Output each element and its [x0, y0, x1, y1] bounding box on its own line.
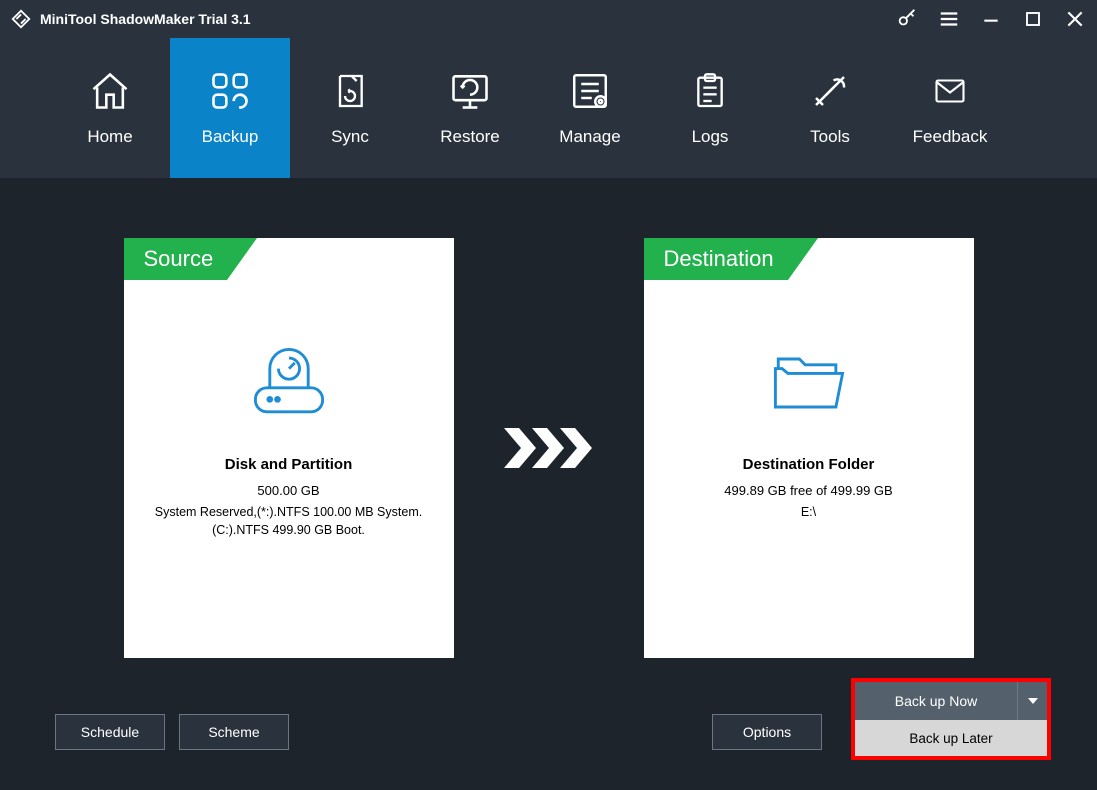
logs-icon: [690, 69, 730, 113]
nav-sync[interactable]: Sync: [290, 38, 410, 178]
backup-icon: [208, 69, 252, 113]
nav-label: Tools: [810, 127, 850, 147]
nav-feedback[interactable]: Feedback: [890, 38, 1010, 178]
destination-title: Destination Folder: [743, 456, 875, 473]
feedback-icon: [928, 69, 972, 113]
options-button[interactable]: Options: [712, 714, 822, 750]
source-card[interactable]: Source Disk and Partition 500.00 GB Syst…: [124, 238, 454, 658]
destination-card[interactable]: Destination Destination Folder 499.89 GB…: [644, 238, 974, 658]
home-icon: [88, 69, 132, 113]
scheme-label: Scheme: [208, 724, 259, 740]
nav-home[interactable]: Home: [50, 38, 170, 178]
backup-now-label: Back up Now: [895, 693, 977, 709]
backup-later-label: Back up Later: [909, 731, 992, 746]
nav-label: Backup: [202, 127, 259, 147]
nav-label: Restore: [440, 127, 500, 147]
menu-icon[interactable]: [937, 7, 961, 31]
options-label: Options: [743, 724, 791, 740]
arrow-separator: [504, 238, 594, 658]
nav-tools[interactable]: Tools: [770, 38, 890, 178]
nav-restore[interactable]: Restore: [410, 38, 530, 178]
nav-label: Sync: [331, 127, 369, 147]
source-title: Disk and Partition: [225, 456, 353, 473]
main-nav: Home Backup Sync Restore: [0, 38, 1097, 178]
destination-header-text: Destination: [664, 246, 774, 272]
titlebar: MiniTool ShadowMaker Trial 3.1: [0, 0, 1097, 38]
destination-path: E:\: [783, 504, 834, 522]
minimize-icon[interactable]: [979, 7, 1003, 31]
manage-icon: [569, 69, 611, 113]
caret-down-icon: [1028, 698, 1038, 704]
nav-label: Home: [87, 127, 132, 147]
nav-backup[interactable]: Backup: [170, 38, 290, 178]
scheme-button[interactable]: Scheme: [179, 714, 289, 750]
folder-icon: [761, 328, 857, 438]
nav-label: Feedback: [913, 127, 988, 147]
nav-label: Manage: [559, 127, 620, 147]
key-icon[interactable]: [895, 7, 919, 31]
schedule-button[interactable]: Schedule: [55, 714, 165, 750]
app-logo-icon: [10, 8, 32, 30]
source-size: 500.00 GB: [257, 483, 319, 498]
destination-free: 499.89 GB free of 499.99 GB: [724, 483, 892, 498]
backup-later-option[interactable]: Back up Later: [855, 720, 1047, 756]
backup-dropdown-toggle[interactable]: [1017, 682, 1047, 720]
nav-label: Logs: [692, 127, 729, 147]
schedule-label: Schedule: [81, 724, 139, 740]
destination-header: Destination: [644, 238, 788, 280]
sync-icon: [330, 69, 370, 113]
source-header: Source: [124, 238, 228, 280]
app-title: MiniTool ShadowMaker Trial 3.1: [40, 11, 251, 27]
backup-now-button[interactable]: Back up Now: [855, 682, 1017, 720]
nav-logs[interactable]: Logs: [650, 38, 770, 178]
tools-icon: [809, 69, 851, 113]
maximize-icon[interactable]: [1021, 7, 1045, 31]
disk-icon: [241, 328, 337, 438]
nav-manage[interactable]: Manage: [530, 38, 650, 178]
restore-icon: [448, 69, 492, 113]
source-details: System Reserved,(*:).NTFS 100.00 MB Syst…: [124, 504, 454, 539]
source-header-text: Source: [144, 246, 214, 272]
backup-split-button: Back up Now Back up Later: [851, 678, 1051, 760]
close-icon[interactable]: [1063, 7, 1087, 31]
